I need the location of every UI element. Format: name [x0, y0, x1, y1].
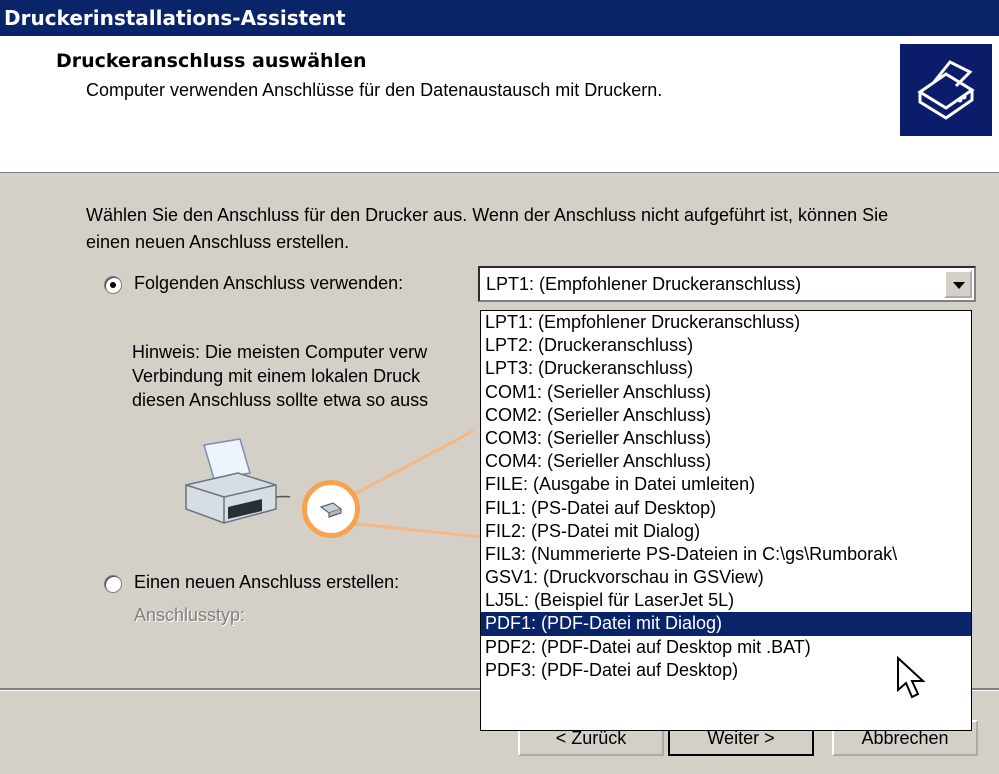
dropdown-option[interactable]: FIL3: (Nummerierte PS-Dateien in C:\gs\R…: [481, 543, 971, 566]
dropdown-option[interactable]: COM2: (Serieller Anschluss): [481, 404, 971, 427]
dropdown-option[interactable]: FILE: (Ausgabe in Datei umleiten): [481, 473, 971, 496]
hint-text: Hinweis: Die meisten Computer verw Verbi…: [132, 340, 477, 412]
connection-line: [349, 429, 475, 498]
header-subtitle: Computer verwenden Anschlüsse für den Da…: [86, 80, 663, 100]
use-existing-port-radio[interactable]: [104, 276, 122, 294]
chevron-down-icon[interactable]: [944, 270, 972, 298]
connection-line: [351, 522, 482, 539]
dropdown-option[interactable]: COM4: (Serieller Anschluss): [481, 450, 971, 473]
port-select-value: LPT1: (Empfohlener Druckeranschluss): [486, 274, 802, 294]
mouse-cursor-icon: [896, 655, 930, 705]
wizard-header: Druckeranschluss auswählen Computer verw…: [0, 36, 999, 173]
dropdown-option[interactable]: LJ5L: (Beispiel für LaserJet 5L): [481, 589, 971, 612]
port-type-label: Anschlusstyp:: [134, 605, 246, 625]
hint-line: Verbindung mit einem lokalen Druck: [132, 366, 421, 386]
dropdown-option[interactable]: LPT1: (Empfohlener Druckeranschluss): [481, 311, 971, 334]
create-new-port-label[interactable]: Einen neuen Anschluss erstellen:: [134, 572, 399, 593]
dropdown-option[interactable]: FIL2: (PS-Datei mit Dialog): [481, 520, 971, 543]
title-bar: Druckerinstallations-Assistent: [0, 0, 999, 36]
instruction-text: Wählen Sie den Anschluss für den Drucker…: [86, 205, 889, 252]
use-existing-port-label[interactable]: Folgenden Anschluss verwenden:: [134, 273, 403, 294]
dropdown-option[interactable]: LPT2: (Druckeranschluss): [481, 334, 971, 357]
port-select[interactable]: LPT1: (Empfohlener Druckeranschluss): [478, 266, 976, 302]
printer-wizard-icon: [900, 44, 992, 136]
dropdown-option[interactable]: PDF1: (PDF-Datei mit Dialog): [481, 612, 971, 636]
create-new-port-radio[interactable]: [104, 575, 122, 593]
hint-line: Hinweis: Die meisten Computer verw: [132, 342, 428, 362]
hint-line: diesen Anschluss sollte etwa so auss: [132, 390, 429, 410]
dropdown-option[interactable]: FIL1: (PS-Datei auf Desktop): [481, 497, 971, 520]
dropdown-option[interactable]: COM3: (Serieller Anschluss): [481, 427, 971, 450]
printer-illustration: [180, 435, 311, 540]
dropdown-option[interactable]: LPT3: (Druckeranschluss): [481, 357, 971, 380]
port-highlight-circle: [302, 480, 360, 538]
header-title: Druckeranschluss auswählen: [56, 50, 367, 72]
dropdown-option[interactable]: GSV1: (Druckvorschau in GSView): [481, 566, 971, 589]
dropdown-option[interactable]: COM1: (Serieller Anschluss): [481, 381, 971, 404]
